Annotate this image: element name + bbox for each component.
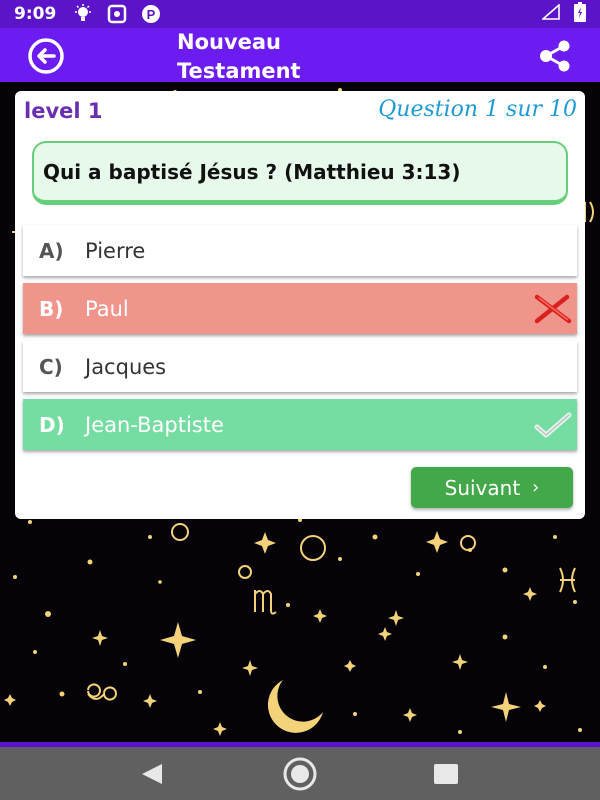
home-circle-icon — [283, 757, 317, 791]
back-triangle-icon — [142, 764, 162, 784]
recents-square-icon — [434, 764, 458, 784]
screenshot-icon — [106, 3, 128, 25]
lightbulb-icon — [72, 3, 94, 25]
question-counter: Question 1 sur 10 — [378, 97, 577, 122]
option-letter: A) — [39, 238, 64, 263]
app-bar: Nouveau Testament — [0, 28, 600, 83]
nav-recents-button[interactable] — [426, 757, 466, 791]
svg-text:P: P — [147, 7, 156, 22]
question-text: Qui a baptisé Jésus ? (Matthieu 3:13) — [43, 159, 461, 184]
chevron-right-icon: › — [532, 477, 540, 498]
level-label: level 1 — [24, 99, 103, 123]
status-time: 9:09 — [14, 4, 57, 24]
option-letter: C) — [39, 354, 63, 379]
nav-home-button[interactable] — [280, 757, 320, 791]
option-text: Jacques — [85, 354, 167, 379]
parking-icon: P — [140, 3, 162, 25]
option-letter: D) — [39, 412, 65, 437]
check-mark-icon — [534, 412, 572, 438]
share-button[interactable] — [535, 38, 575, 74]
signal-icon — [540, 2, 560, 25]
back-button[interactable] — [26, 36, 66, 76]
nav-back-button[interactable] — [132, 757, 172, 791]
option-letter: B) — [39, 296, 64, 321]
answer-option-d[interactable]: D) Jean-Baptiste — [23, 399, 577, 450]
option-text: Jean-Baptiste — [85, 412, 224, 437]
arrow-left-circle-icon — [28, 38, 64, 74]
wrong-cross-icon — [534, 294, 572, 324]
option-text: Pierre — [85, 238, 146, 263]
answer-option-c[interactable]: C) Jacques — [23, 341, 577, 392]
battery-icon — [574, 1, 586, 27]
share-icon — [540, 40, 570, 72]
option-text: Paul — [85, 296, 129, 321]
status-bar: 9:09 P — [0, 0, 600, 28]
next-button-label: Suivant — [444, 475, 521, 500]
question-box: Qui a baptisé Jésus ? (Matthieu 3:13) — [32, 141, 568, 205]
next-button[interactable]: Suivant › — [411, 467, 573, 508]
answer-option-b[interactable]: B) Paul — [23, 283, 577, 334]
quiz-card: level 1 Question 1 sur 10 Qui a baptisé … — [15, 91, 585, 519]
system-nav-bar — [0, 747, 600, 800]
page-title: Nouveau Testament — [177, 30, 301, 83]
answer-option-a[interactable]: A) Pierre — [23, 225, 577, 276]
